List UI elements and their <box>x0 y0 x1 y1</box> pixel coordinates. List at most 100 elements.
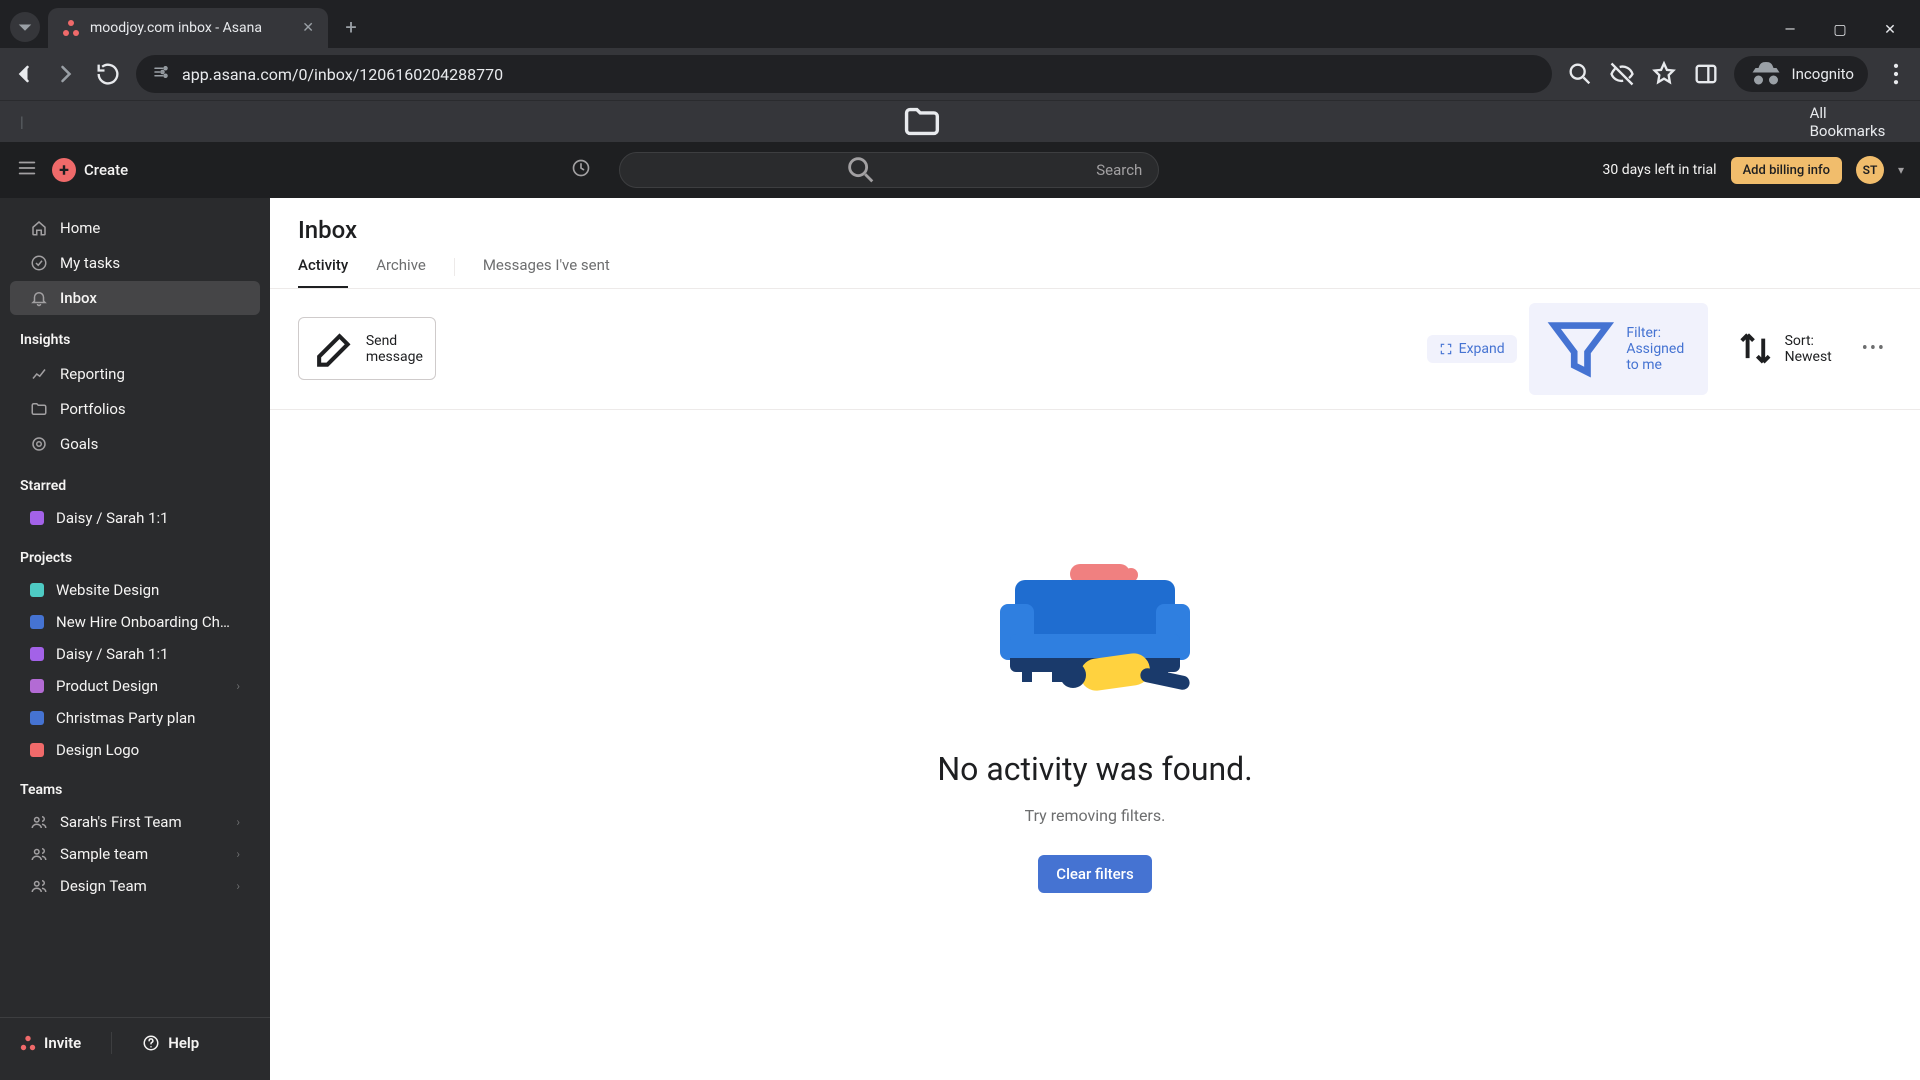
browser-tabstrip: moodjoy.com inbox - Asana ✕ + ― ▢ ✕ <box>0 0 1920 48</box>
section-starred: Starred <box>0 462 270 502</box>
filter-icon <box>1541 309 1621 389</box>
side-panel-icon[interactable] <box>1692 60 1720 88</box>
sidebar-item-label: Sarah's First Team <box>60 813 224 831</box>
window-minimize-icon[interactable]: ― <box>1780 22 1800 38</box>
tab-messages-sent[interactable]: Messages I've sent <box>483 256 610 288</box>
incognito-indicator[interactable]: Incognito <box>1734 56 1868 92</box>
sidebar-item-label: Design Team <box>60 877 224 895</box>
create-label: Create <box>84 161 128 179</box>
create-button[interactable]: + Create <box>52 158 128 182</box>
sidebar-item-goals[interactable]: Goals <box>10 427 260 461</box>
sidebar-item-label: Sample team <box>60 845 224 863</box>
more-actions-icon[interactable]: ••• <box>1856 334 1892 363</box>
forward-icon[interactable] <box>52 60 80 88</box>
asana-app: + Create Search 30 days left in trial Ad… <box>0 142 1920 1080</box>
tab-close-icon[interactable]: ✕ <box>302 20 314 36</box>
back-icon[interactable] <box>10 60 38 88</box>
incognito-label: Incognito <box>1792 65 1854 83</box>
chevron-right-icon: › <box>236 879 240 893</box>
sidebar-item-sample-team[interactable]: Sample team› <box>10 838 260 870</box>
eye-off-icon[interactable] <box>1608 60 1636 88</box>
sidebar-item-my-tasks[interactable]: My tasks <box>10 246 260 280</box>
section-projects: Projects <box>0 534 270 574</box>
team-icon <box>30 813 48 831</box>
section-teams: Teams <box>0 766 270 806</box>
sidebar-item-new-hire-onboarding-ch-[interactable]: New Hire Onboarding Ch… <box>10 606 260 638</box>
invite-label: Invite <box>44 1034 81 1052</box>
expand-button[interactable]: Expand <box>1427 335 1517 363</box>
app-topbar: + Create Search 30 days left in trial Ad… <box>0 142 1920 198</box>
address-bar[interactable]: app.asana.com/0/inbox/1206160204288770 <box>136 55 1552 93</box>
sidebar-item-label: Design Logo <box>56 741 240 759</box>
send-message-button[interactable]: Send message <box>298 317 436 380</box>
sidebar-item-label: Goals <box>60 435 98 453</box>
all-bookmarks-link[interactable]: All Bookmarks <box>1810 104 1900 140</box>
search-placeholder: Search <box>1096 161 1142 179</box>
asana-logo-icon <box>21 1036 35 1050</box>
search-input[interactable]: Search <box>619 152 1159 188</box>
sidebar-item-daisy-sarah-1-1[interactable]: Daisy / Sarah 1:1 <box>10 502 260 534</box>
project-color-icon <box>30 583 44 597</box>
chevron-right-icon: › <box>236 679 240 693</box>
search-icon <box>636 153 1086 187</box>
sidebar-toggle-icon[interactable] <box>16 157 38 183</box>
sidebar-item-label: Christmas Party plan <box>56 709 240 727</box>
help-label: Help <box>168 1034 199 1052</box>
sidebar-item-reporting[interactable]: Reporting <box>10 357 260 391</box>
team-icon <box>30 877 48 895</box>
window-close-icon[interactable]: ✕ <box>1880 22 1900 38</box>
send-message-label: Send message <box>366 333 423 365</box>
sidebar-item-sarah-s-first-team[interactable]: Sarah's First Team› <box>10 806 260 838</box>
sidebar-item-inbox[interactable]: Inbox <box>10 281 260 315</box>
sort-label: Sort: Newest <box>1785 333 1832 365</box>
empty-state-subtitle: Try removing filters. <box>1025 806 1166 825</box>
trial-text: 30 days left in trial <box>1603 162 1717 178</box>
sidebar-item-label: Product Design <box>56 677 224 695</box>
sort-button[interactable]: Sort: Newest <box>1720 319 1844 378</box>
plus-icon: + <box>52 158 76 182</box>
tab-activity[interactable]: Activity <box>298 256 348 288</box>
sidebar-item-home[interactable]: Home <box>10 211 260 245</box>
sidebar-item-christmas-party-plan[interactable]: Christmas Party plan <box>10 702 260 734</box>
history-icon[interactable] <box>571 158 591 182</box>
site-settings-icon[interactable] <box>152 63 170 85</box>
chart-icon <box>30 365 48 383</box>
user-avatar[interactable]: ST <box>1856 156 1884 184</box>
browser-menu-icon[interactable] <box>1882 60 1910 88</box>
clear-filters-button[interactable]: Clear filters <box>1038 855 1151 893</box>
sidebar-item-label: Website Design <box>56 581 240 599</box>
window-maximize-icon[interactable]: ▢ <box>1830 22 1850 38</box>
new-tab-button[interactable]: + <box>334 10 368 44</box>
avatar-dropdown-icon[interactable]: ▾ <box>1898 163 1904 177</box>
search-icon[interactable] <box>1566 60 1594 88</box>
invite-button[interactable]: Invite <box>20 1034 81 1052</box>
browser-tab[interactable]: moodjoy.com inbox - Asana ✕ <box>48 8 328 48</box>
sidebar-item-portfolios[interactable]: Portfolios <box>10 392 260 426</box>
sidebar-item-label: Inbox <box>60 289 97 307</box>
help-button[interactable]: Help <box>142 1034 199 1052</box>
empty-illustration <box>980 530 1210 710</box>
empty-state-title: No activity was found. <box>937 750 1252 788</box>
tab-search-button[interactable] <box>10 12 40 42</box>
section-insights: Insights <box>0 316 270 356</box>
sidebar-item-website-design[interactable]: Website Design <box>10 574 260 606</box>
url-text: app.asana.com/0/inbox/1206160204288770 <box>182 65 503 84</box>
reload-icon[interactable] <box>94 60 122 88</box>
bookmark-star-icon[interactable] <box>1650 60 1678 88</box>
sidebar-item-label: Reporting <box>60 365 125 383</box>
sidebar-item-daisy-sarah-1-1[interactable]: Daisy / Sarah 1:1 <box>10 638 260 670</box>
sidebar-item-label: Home <box>60 219 100 237</box>
sidebar-item-label: Portfolios <box>60 400 126 418</box>
sidebar-item-label: Daisy / Sarah 1:1 <box>56 509 240 527</box>
tab-archive[interactable]: Archive <box>376 256 426 288</box>
sidebar-item-product-design[interactable]: Product Design › <box>10 670 260 702</box>
filter-label: Filter: Assigned to me <box>1626 325 1695 373</box>
expand-label: Expand <box>1459 341 1505 357</box>
project-color-icon <box>30 679 44 693</box>
sidebar-item-design-team[interactable]: Design Team › <box>10 870 260 902</box>
sidebar-item-design-logo[interactable]: Design Logo <box>10 734 260 766</box>
home-icon <box>30 219 48 237</box>
add-billing-button[interactable]: Add billing info <box>1731 157 1842 184</box>
sort-icon <box>1732 325 1779 372</box>
filter-button[interactable]: Filter: Assigned to me <box>1529 303 1708 395</box>
